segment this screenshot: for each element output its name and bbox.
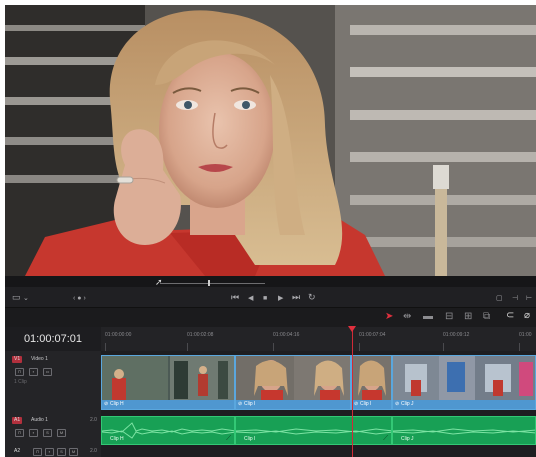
fade-handle-icon[interactable]: ⟋ [226, 435, 231, 442]
timeline-lanes[interactable]: Clip H Clip I [101, 351, 536, 457]
ruler-tick-label: 01:00:00:00 [105, 332, 132, 338]
clip-label: Clip I [236, 400, 350, 409]
audio2-track-header[interactable]: A2 ⊓ ▪ S M 2.0 [5, 445, 101, 457]
edit-toolbar: ➤ ⇹ ▬ ⊟ ⊞ ⧉ ⊂ ⌀ [5, 307, 536, 328]
blade-icon[interactable]: ▬ [423, 312, 433, 322]
timeline-playhead[interactable] [352, 327, 353, 457]
audio-clip[interactable]: Clip J [392, 416, 536, 445]
stop-icon[interactable]: ■ [263, 294, 267, 303]
clip-label: Clip J [393, 400, 535, 409]
skip-to-start-icon[interactable]: ⏮ [231, 293, 239, 302]
transport-bar: ▭ ⌄ ‹ ● › ⏮ ◀ ■ ▶ ⏭ ↻ ▢ ⊣ ⊢ [5, 287, 536, 307]
clip-label: Clip H [102, 400, 234, 409]
auto-select-icon[interactable]: ▪ [45, 448, 54, 456]
track-badge[interactable]: A2 [14, 448, 20, 455]
link-icon[interactable]: ⌀ [524, 311, 530, 321]
scrubber-playhead[interactable] [208, 280, 210, 286]
lock-icon[interactable]: ⊓ [15, 368, 24, 376]
ruler-tick-label: 01:00:07:04 [359, 332, 386, 338]
audio-channel-level: 2.0 [90, 417, 97, 423]
playhead-marker-icon[interactable] [348, 326, 356, 332]
audio-clip[interactable]: Clip I ⟋ [235, 416, 392, 445]
timeline-timecode[interactable]: 01:00:07:01 [5, 327, 101, 351]
solo-button[interactable]: S [57, 448, 66, 456]
ruler-tick-label: 01:00:09:12 [443, 332, 470, 338]
mute-button[interactable]: M [69, 448, 78, 456]
auto-select-icon[interactable]: ▪ [29, 368, 38, 376]
lock-icon[interactable]: ⊓ [33, 448, 42, 456]
pointer-icon[interactable]: ➤ [385, 312, 393, 322]
video-track-header[interactable]: V1 Video 1 ⊓ ▪ ▭ 1 Clip [5, 351, 101, 414]
audio-waveform [393, 428, 535, 435]
viewer-frame-image [5, 5, 536, 276]
video-visible-icon[interactable]: ▭ [43, 368, 52, 376]
editor-window: ➚ ▭ ⌄ ‹ ● › ⏮ ◀ ■ ▶ ⏭ ↻ ▢ ⊣ ⊢ ➤ ⇹ ▬ ⊟ ⊞ … [5, 5, 536, 457]
auto-select-icon[interactable]: ▪ [29, 429, 38, 437]
play-icon[interactable]: ▶ [278, 294, 283, 303]
mouse-cursor-icon: ➚ [155, 277, 163, 287]
step-back-icon[interactable]: ◀ [248, 294, 253, 303]
ruler-tick-label: 01:00:02:08 [187, 332, 214, 338]
viewer-scrubber[interactable]: ➚ [5, 276, 536, 287]
scrubber-track[interactable] [160, 283, 265, 284]
audio-channel-level: 2.0 [90, 448, 97, 454]
snap-icon[interactable]: ⊂ [506, 311, 514, 321]
fade-handle-icon[interactable]: ⟋ [383, 435, 388, 442]
trim-icon[interactable]: ⇹ [403, 312, 411, 322]
clip-label: Clip H [110, 436, 124, 442]
timeline-ruler[interactable]: 01:00:00:00 01:00:02:08 01:00:04:16 01:0… [101, 327, 536, 351]
loop-icon[interactable]: ↻ [308, 293, 316, 302]
audio-clip[interactable]: Clip H ⟋ [101, 416, 235, 445]
solo-button[interactable]: S [43, 429, 52, 437]
lock-icon[interactable]: ⊓ [15, 429, 24, 437]
clip-label: Clip I [244, 436, 256, 442]
ruler-tick-label: 01:00:04:16 [273, 332, 300, 338]
track-name: Audio 1 [31, 417, 48, 423]
video-clip[interactable]: Clip H [101, 355, 235, 410]
clip-viewer[interactable] [5, 5, 536, 276]
mark-in-icon[interactable]: ⊣ [512, 294, 518, 303]
clip-label: Clip I [352, 400, 391, 409]
chevron-down-icon[interactable]: ⌄ [23, 294, 29, 303]
clip-thumbnail [393, 356, 535, 402]
clip-thumbnail [236, 356, 350, 402]
overwrite-icon[interactable]: ⊟ [445, 312, 453, 322]
video-clip[interactable]: Clip I [235, 355, 351, 410]
clip-label: Clip J [401, 436, 414, 442]
track-badge[interactable]: V1 [12, 356, 23, 363]
clip-thumbnail [102, 356, 234, 402]
track-badge[interactable]: A1 [12, 417, 23, 424]
track-name: Video 1 [31, 356, 48, 362]
mute-button[interactable]: M [57, 429, 66, 437]
ruler-tick-label: 01:00 [519, 332, 532, 338]
insert-icon[interactable]: ⊞ [464, 312, 472, 322]
video-clip[interactable]: Clip I [351, 355, 392, 410]
replace-icon[interactable]: ⧉ [483, 312, 490, 322]
mark-out-icon[interactable]: ⊢ [526, 294, 532, 303]
clip-nav-dots[interactable]: ‹ ● › [73, 294, 86, 303]
audio-track-header[interactable]: A1 Audio 1 2.0 ⊓ ▪ S M [5, 413, 101, 446]
monitor-icon[interactable]: ▭ [12, 293, 21, 302]
video-clip[interactable]: Clip J [392, 355, 536, 410]
audio-waveform [236, 428, 391, 435]
track-clip-count: 1 Clip [14, 379, 27, 385]
clip-thumbnail [352, 356, 391, 402]
fullscreen-icon[interactable]: ▢ [496, 294, 503, 303]
skip-to-end-icon[interactable]: ⏭ [292, 293, 300, 302]
